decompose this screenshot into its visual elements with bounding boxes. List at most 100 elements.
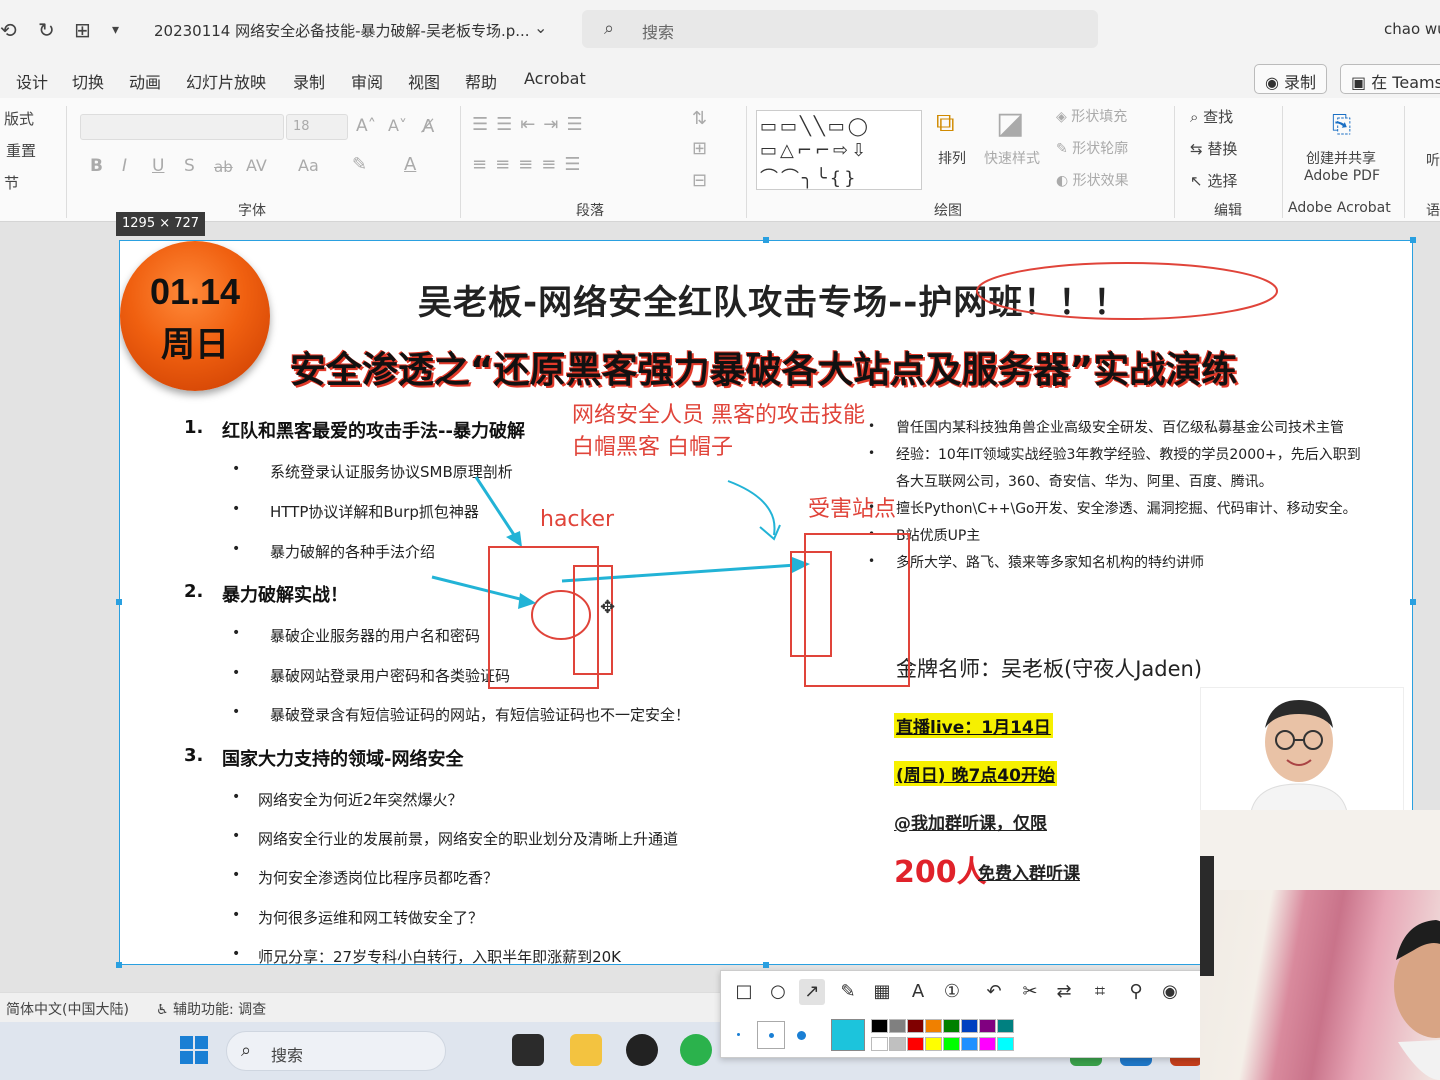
customize-qa-icon[interactable]: ▾ xyxy=(112,22,119,38)
color-swatch[interactable] xyxy=(925,1037,942,1051)
create-pdf-label-2[interactable]: Adobe PDF xyxy=(1304,168,1380,184)
quick-styles-icon[interactable]: ◪ xyxy=(996,106,1024,141)
size-medium[interactable] xyxy=(757,1021,785,1049)
color-swatch[interactable] xyxy=(979,1037,996,1051)
underline-icon[interactable]: U xyxy=(152,156,164,176)
translate-icon[interactable]: ⇄ xyxy=(1051,979,1077,1005)
record-button[interactable]: ◉ 录制 xyxy=(1254,64,1328,94)
italic-icon[interactable]: I xyxy=(122,156,127,176)
shapes-row-1[interactable]: ▭▭╲╲▭◯ xyxy=(760,116,871,137)
record-icon[interactable]: ◉ xyxy=(1157,979,1183,1005)
color-swatch[interactable] xyxy=(961,1037,978,1051)
pen-tool-icon[interactable]: ✎ xyxy=(835,979,861,1005)
resize-handle[interactable] xyxy=(1410,599,1416,605)
search-box[interactable]: ⌕ 搜索 xyxy=(582,10,1098,48)
create-pdf-label-1[interactable]: 创建并共享 xyxy=(1306,148,1376,168)
list-icons[interactable]: ☰☰⇤⇥☰ xyxy=(472,114,591,135)
size-large[interactable] xyxy=(797,1031,806,1040)
mosaic-tool-icon[interactable]: ▦ xyxy=(869,979,895,1005)
accessibility-status[interactable]: ♿ 辅助功能: 调查 xyxy=(156,999,266,1019)
tab-record[interactable]: 录制 xyxy=(293,69,325,93)
color-swatch[interactable] xyxy=(997,1019,1014,1033)
bold-icon[interactable]: B xyxy=(90,156,103,176)
smartart-icon[interactable]: ⊟ xyxy=(692,170,707,191)
present-icon[interactable]: ⊞ xyxy=(74,18,91,42)
color-swatch[interactable] xyxy=(943,1019,960,1033)
redo-icon[interactable]: ↻ xyxy=(38,18,55,42)
tab-help[interactable]: 帮助 xyxy=(465,69,497,93)
shapes-row-3[interactable]: ⌒⌒╮╰{} xyxy=(760,164,859,190)
layout-button[interactable]: 版式 xyxy=(4,108,34,129)
find-button[interactable]: ⌕ 查找 xyxy=(1190,106,1233,127)
undo-icon[interactable]: ↶ xyxy=(981,979,1007,1005)
color-swatch[interactable] xyxy=(979,1019,996,1033)
text-tool-icon[interactable]: A xyxy=(905,979,931,1005)
resize-handle[interactable] xyxy=(763,237,769,243)
reset-button[interactable]: 重置 xyxy=(6,140,36,161)
color-swatch[interactable] xyxy=(907,1037,924,1051)
highlight-icon[interactable]: ✎ xyxy=(352,154,367,175)
tab-animations[interactable]: 动画 xyxy=(129,69,161,93)
char-spacing-icon[interactable]: AV xyxy=(246,156,267,175)
tab-view[interactable]: 视图 xyxy=(408,69,440,93)
color-swatch[interactable] xyxy=(871,1019,888,1033)
arrange-icon[interactable]: ⧉ xyxy=(936,108,955,139)
resize-handle[interactable] xyxy=(116,962,122,968)
windows-start-icon[interactable] xyxy=(180,1036,208,1064)
clear-format-icon[interactable]: A̸ xyxy=(422,116,434,137)
rectangle-tool-icon[interactable]: □ xyxy=(731,979,757,1005)
user-name[interactable]: chao wu xyxy=(1384,20,1440,38)
tab-review[interactable]: 审阅 xyxy=(351,69,383,93)
color-swatch[interactable] xyxy=(871,1037,888,1051)
color-swatch[interactable] xyxy=(889,1019,906,1033)
replace-button[interactable]: ⇆ 替换 xyxy=(1190,138,1237,159)
color-swatch[interactable] xyxy=(961,1019,978,1033)
tab-transitions[interactable]: 切换 xyxy=(72,69,104,93)
cut-icon[interactable]: ✂ xyxy=(1017,979,1043,1005)
section-button[interactable]: 节 xyxy=(4,172,19,193)
decrease-font-icon[interactable]: A˅ xyxy=(388,116,407,135)
color-swatch[interactable] xyxy=(943,1037,960,1051)
arrange-button[interactable]: 排列 xyxy=(938,148,966,168)
autosave-icon[interactable]: ⟲ xyxy=(0,18,17,42)
task-view-icon[interactable] xyxy=(512,1034,544,1066)
resize-handle[interactable] xyxy=(116,599,122,605)
shadow-icon[interactable]: S xyxy=(184,156,195,176)
font-color-icon[interactable]: A xyxy=(404,154,416,175)
select-button[interactable]: ↖ 选择 xyxy=(1190,170,1237,191)
shape-effects-button[interactable]: ◐ 形状效果 xyxy=(1056,170,1129,190)
language-status[interactable]: 简体中文(中国大陆) xyxy=(6,999,129,1019)
size-small[interactable] xyxy=(737,1033,740,1036)
color-swatch[interactable] xyxy=(997,1037,1014,1051)
chevron-down-icon[interactable]: ⌄ xyxy=(534,18,547,37)
ocr-icon[interactable]: ⌗ xyxy=(1087,979,1113,1005)
tab-slideshow[interactable]: 幻灯片放映 xyxy=(186,69,266,93)
color-swatch[interactable] xyxy=(889,1037,906,1051)
font-size-select[interactable]: 18 xyxy=(286,114,348,140)
wechat-icon[interactable] xyxy=(680,1034,712,1066)
increase-font-icon[interactable]: A˄ xyxy=(356,116,376,136)
strikethrough-icon[interactable]: ab xyxy=(214,158,233,176)
shape-fill-button[interactable]: ◈ 形状填充 xyxy=(1056,106,1127,126)
align-text-icon[interactable]: ⊞ xyxy=(692,138,707,159)
teams-button[interactable]: ▣ 在 Teams xyxy=(1340,64,1440,94)
file-explorer-icon[interactable] xyxy=(570,1034,602,1066)
arrow-tool-icon[interactable]: ↗ xyxy=(799,979,825,1005)
color-swatch[interactable] xyxy=(907,1019,924,1033)
pdf-icon[interactable]: ⎘ xyxy=(1332,110,1351,138)
ellipse-tool-icon[interactable]: ○ xyxy=(765,979,791,1005)
change-case-icon[interactable]: Aa xyxy=(298,156,319,175)
text-direction-icon[interactable]: ⇅ xyxy=(692,108,707,129)
quick-styles-button[interactable]: 快速样式 xyxy=(984,148,1040,168)
tab-design[interactable]: 设计 xyxy=(16,69,48,93)
font-family-select[interactable] xyxy=(80,114,284,140)
qq-icon[interactable] xyxy=(626,1034,658,1066)
resize-handle[interactable] xyxy=(763,962,769,968)
align-icons[interactable]: ≡≡≡≡☰ xyxy=(472,154,588,175)
taskbar-search[interactable]: ⌕ 搜索 xyxy=(226,1031,446,1071)
number-tool-icon[interactable]: ① xyxy=(939,979,965,1005)
current-color-swatch[interactable] xyxy=(831,1019,865,1051)
shapes-row-2[interactable]: ▭△⌐⌐⇨⇩ xyxy=(760,140,869,161)
pin-icon[interactable]: ⚲ xyxy=(1123,979,1149,1005)
tab-acrobat[interactable]: Acrobat xyxy=(524,69,586,88)
